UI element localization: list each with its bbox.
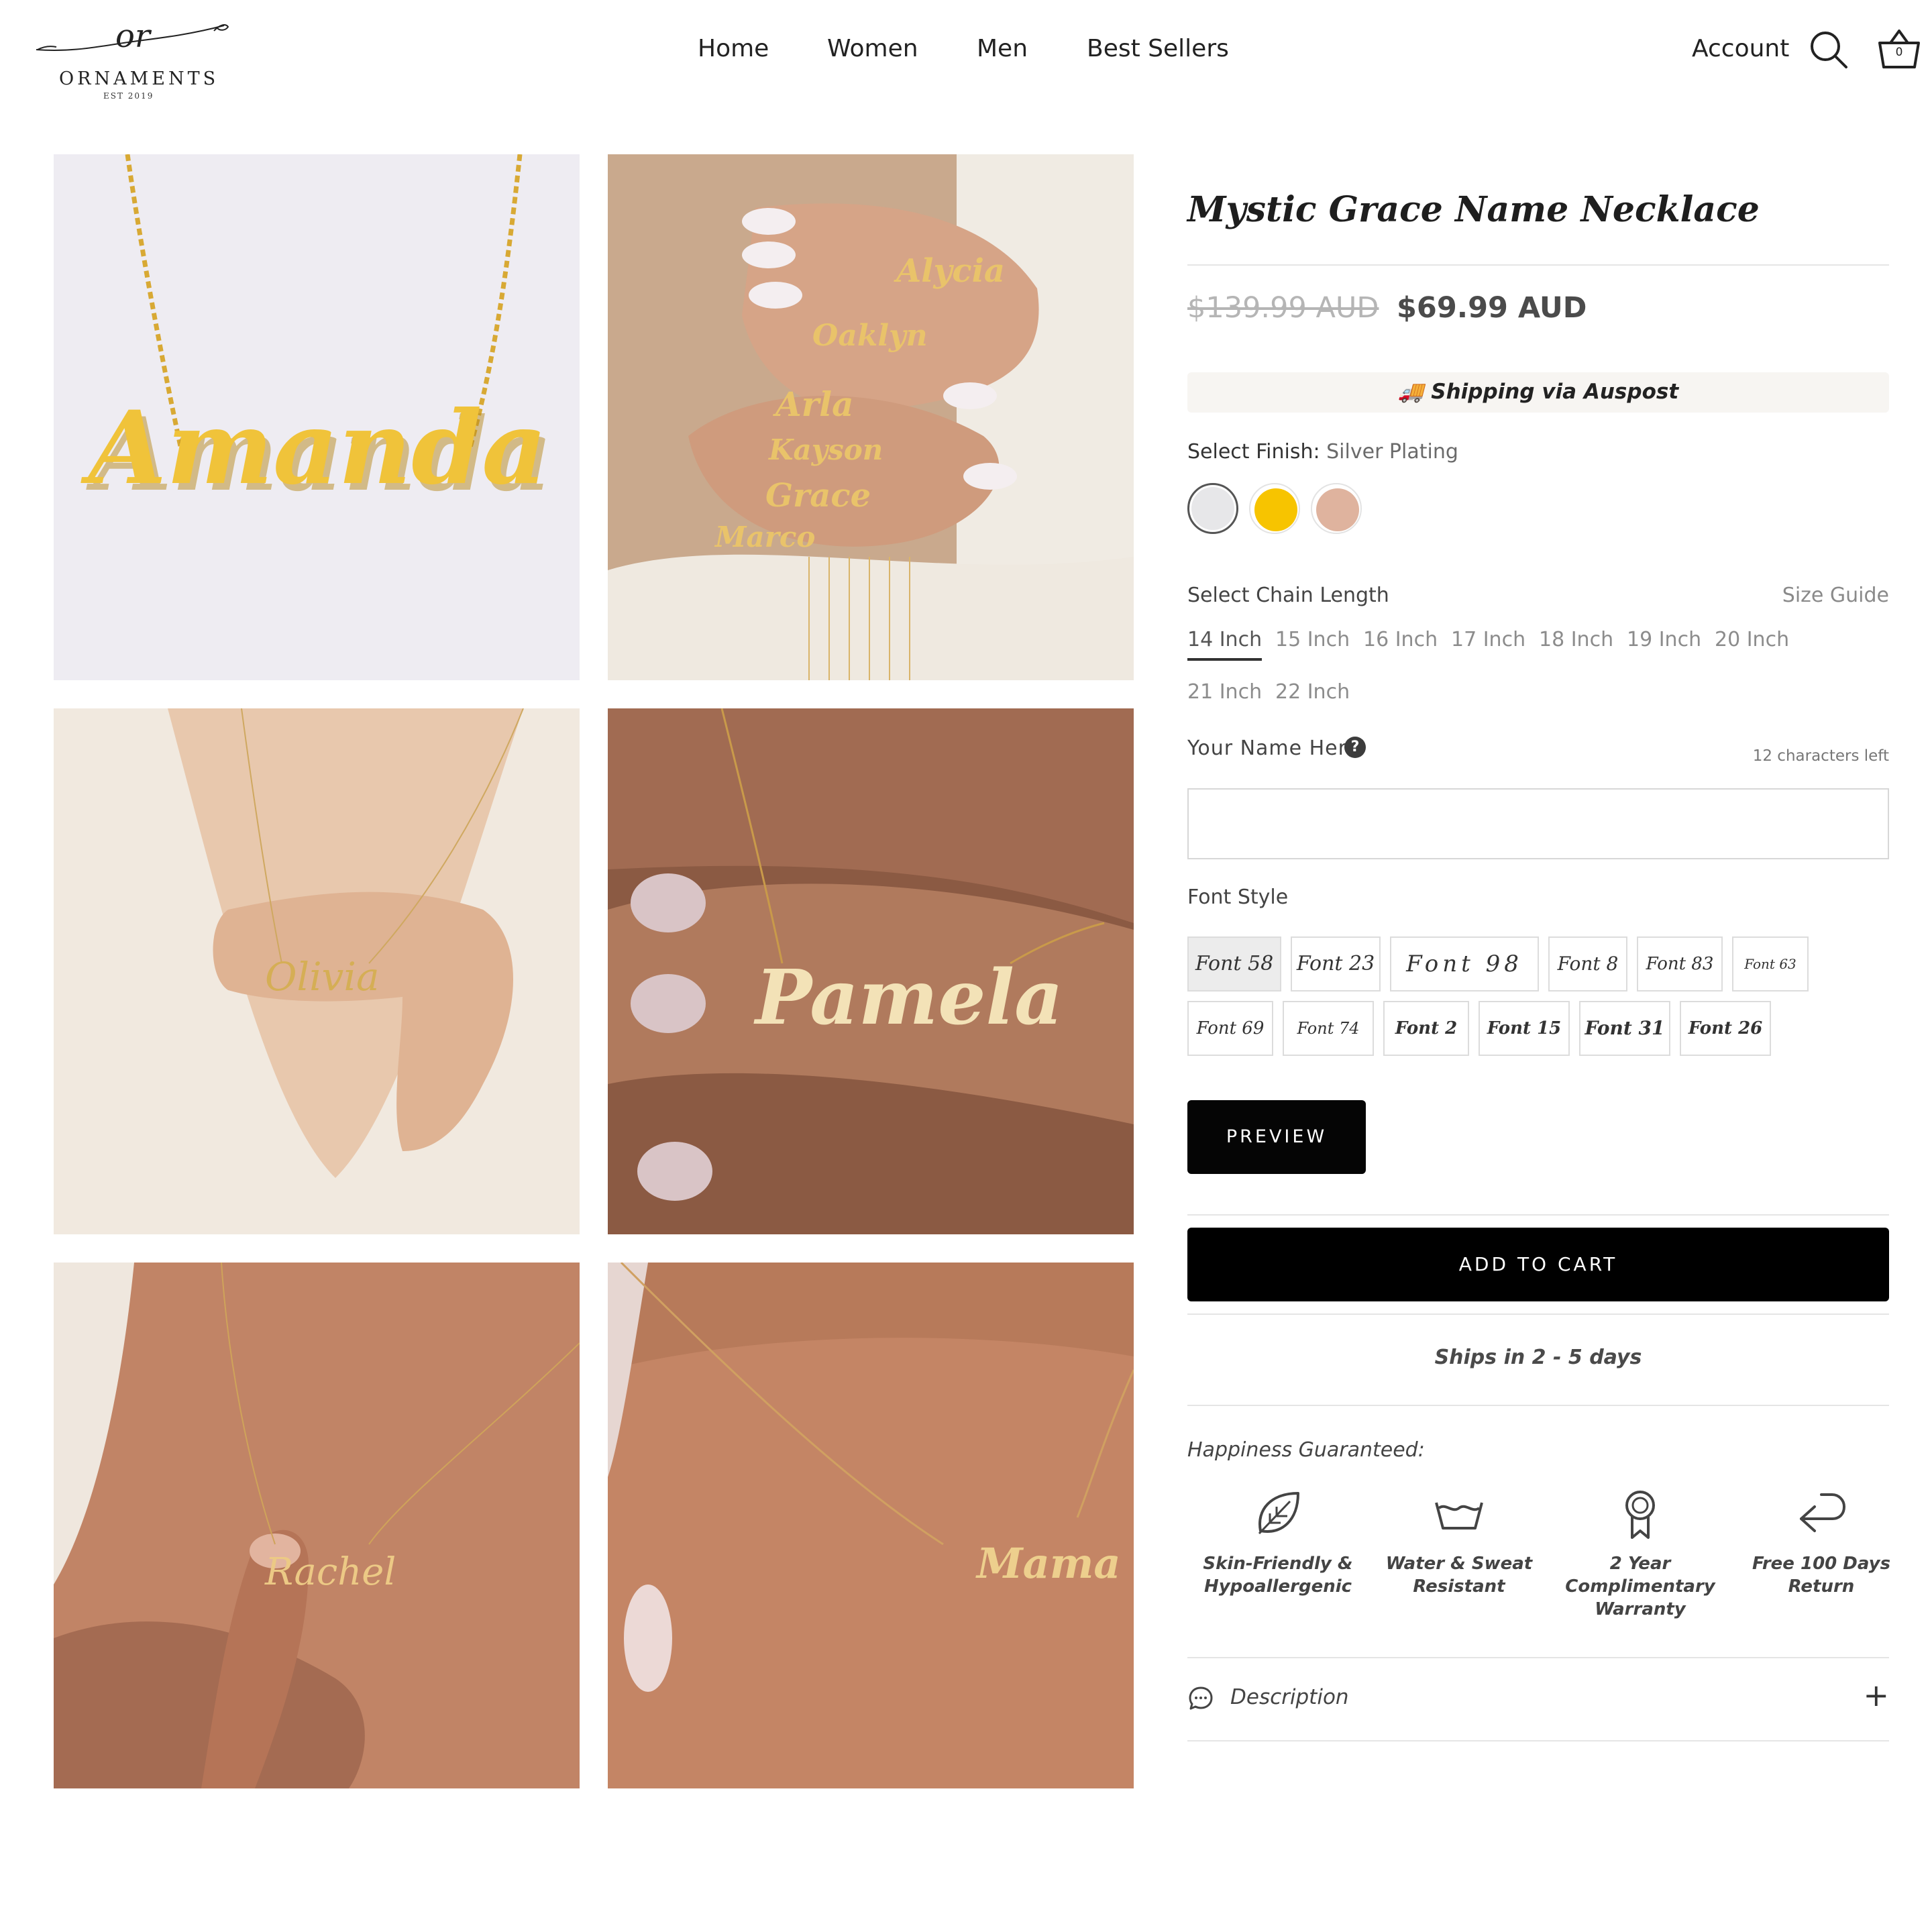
feature-text: Free 100 Days Return: [1752, 1554, 1891, 1597]
swatch-gold-fill: [1254, 488, 1297, 531]
logo-est: EST 2019: [103, 91, 154, 101]
characters-left: 12 characters left: [1752, 747, 1889, 765]
font-option[interactable]: Font 8: [1548, 936, 1627, 991]
photo-4-caption: Pamela: [753, 954, 1063, 1042]
font-option[interactable]: Font 74: [1283, 1001, 1374, 1056]
preview-button[interactable]: PREVIEW: [1187, 1100, 1366, 1174]
swatch-rose-gold-fill: [1316, 488, 1359, 531]
chain-option[interactable]: 21 Inch: [1187, 680, 1262, 704]
description-label: Description: [1230, 1685, 1349, 1709]
divider: [1187, 1313, 1889, 1315]
font-option[interactable]: Font 15: [1479, 1001, 1570, 1056]
chain-length-label: Select Chain Length: [1187, 584, 1389, 607]
font-option[interactable]: Font 23: [1291, 936, 1381, 991]
photo-2-name-2: Oaklyn: [812, 319, 928, 353]
divider: [1187, 1214, 1889, 1216]
font-option[interactable]: Font 2: [1383, 1001, 1469, 1056]
product-title: Mystic Grace Name Necklace: [1187, 189, 1760, 230]
photo-2-name-4: Kayson: [768, 433, 883, 466]
gallery-image-2[interactable]: Alycia Oaklyn Arla Kayson Grace Marco: [608, 154, 1134, 680]
shipping-text: Shipping via Auspost: [1431, 380, 1679, 404]
feature-skin-friendly: Skin-Friendly & Hypoallergenic: [1187, 1487, 1368, 1598]
product-gallery: Amanda Amanda Alycia Oaklyn Arla Kayson …: [54, 154, 1134, 1788]
truck-icon: 🚚: [1397, 380, 1424, 404]
swatch-silver-fill: [1191, 487, 1234, 530]
account-link[interactable]: Account: [1692, 35, 1789, 62]
chain-option[interactable]: 14 Inch: [1187, 628, 1263, 661]
add-to-cart-button[interactable]: ADD TO CART: [1187, 1228, 1889, 1301]
gallery-image-6[interactable]: Mama: [608, 1263, 1134, 1788]
gallery-image-3[interactable]: Olivia: [54, 708, 580, 1234]
help-icon[interactable]: ?: [1344, 737, 1366, 758]
photo-5-caption: Rachel: [264, 1550, 396, 1594]
nav-best-sellers[interactable]: Best Sellers: [1087, 35, 1229, 62]
name-input[interactable]: [1187, 788, 1889, 859]
font-option[interactable]: Font 83: [1637, 936, 1723, 991]
chain-option[interactable]: 20 Inch: [1715, 628, 1789, 651]
photo-3-caption: Olivia: [265, 954, 380, 1000]
photo-1-caption: Amanda: [80, 389, 547, 507]
feature-free-return: Free 100 Days Return: [1731, 1487, 1912, 1598]
font-option[interactable]: Font 31: [1579, 1001, 1670, 1056]
leaf-icon: [1258, 1492, 1299, 1535]
chain-option[interactable]: 15 Inch: [1275, 628, 1350, 651]
font-option[interactable]: Font 63: [1732, 936, 1809, 991]
return-arrow-icon: [1800, 1493, 1846, 1532]
ships-info: Ships in 2 - 5 days: [1434, 1346, 1642, 1369]
divider: [1187, 264, 1889, 266]
photo-6-caption: Mama: [975, 1539, 1121, 1588]
font-option[interactable]: Font 98: [1390, 936, 1539, 991]
award-ribbon-icon: [1625, 1491, 1655, 1539]
gallery-image-4[interactable]: Pamela: [608, 708, 1134, 1234]
description-accordion[interactable]: Description +: [1187, 1657, 1889, 1740]
wash-basin-icon: [1435, 1502, 1483, 1529]
feature-water-resistant: Water & Sweat Resistant: [1368, 1487, 1550, 1598]
finish-label-text: Select Finish:: [1187, 440, 1320, 464]
cart-count: 0: [1895, 46, 1903, 59]
font-option[interactable]: Font 26: [1680, 1001, 1771, 1056]
nav-women[interactable]: Women: [827, 35, 918, 62]
feature-text: Skin-Friendly & Hypoallergenic: [1203, 1554, 1353, 1597]
chain-option[interactable]: 17 Inch: [1451, 628, 1525, 651]
compare-price: $139.99 AUD: [1187, 291, 1379, 325]
plus-icon: +: [1863, 1677, 1889, 1713]
photo-2-name-1: Alycia: [894, 252, 1005, 290]
feature-warranty: 2 Year Complimentary Warranty: [1550, 1487, 1731, 1621]
chat-bubble-icon: [1189, 1686, 1213, 1710]
chain-option[interactable]: 18 Inch: [1539, 628, 1613, 651]
font-option[interactable]: Font 58: [1187, 936, 1281, 991]
name-field-label: Your Name Here: [1187, 737, 1360, 760]
font-option[interactable]: Font 69: [1187, 1001, 1273, 1056]
font-style-label: Font Style: [1187, 885, 1289, 909]
divider: [1187, 1740, 1889, 1741]
divider: [1187, 1405, 1889, 1406]
sale-price: $69.99 AUD: [1397, 291, 1587, 325]
gallery-image-1[interactable]: Amanda Amanda: [54, 154, 580, 680]
chain-option[interactable]: 16 Inch: [1363, 628, 1438, 651]
finish-label: Select Finish: Silver Plating: [1187, 440, 1458, 464]
gallery-image-5[interactable]: Rachel: [54, 1263, 580, 1788]
shipping-banner: 🚚 Shipping via Auspost: [1187, 372, 1889, 413]
photo-2-name-3: Arla: [773, 384, 854, 424]
size-guide-link[interactable]: Size Guide: [1782, 584, 1889, 607]
main-nav: Home Women Men Best Sellers: [0, 35, 1932, 68]
nav-home[interactable]: Home: [698, 35, 769, 62]
logo-wordmark: ORNAMENTS: [59, 68, 219, 89]
photo-2-name-6: Marco: [714, 521, 815, 553]
feature-text: Water & Sweat Resistant: [1385, 1554, 1533, 1597]
search-icon[interactable]: [1809, 30, 1849, 70]
guarantee-heading: Happiness Guaranteed:: [1187, 1438, 1425, 1462]
chain-option[interactable]: 19 Inch: [1627, 628, 1701, 651]
swatch-silver[interactable]: [1187, 483, 1238, 534]
site-header: or ORNAMENTS EST 2019 Home Women Men Bes…: [0, 0, 1932, 101]
photo-2-name-5: Grace: [765, 477, 871, 515]
chain-option[interactable]: 22 Inch: [1275, 680, 1350, 704]
finish-value: Silver Plating: [1326, 440, 1458, 464]
feature-text: 2 Year Complimentary Warranty: [1565, 1554, 1715, 1619]
swatch-rose-gold[interactable]: [1311, 483, 1362, 534]
swatch-gold[interactable]: [1249, 483, 1300, 534]
nav-men[interactable]: Men: [977, 35, 1028, 62]
